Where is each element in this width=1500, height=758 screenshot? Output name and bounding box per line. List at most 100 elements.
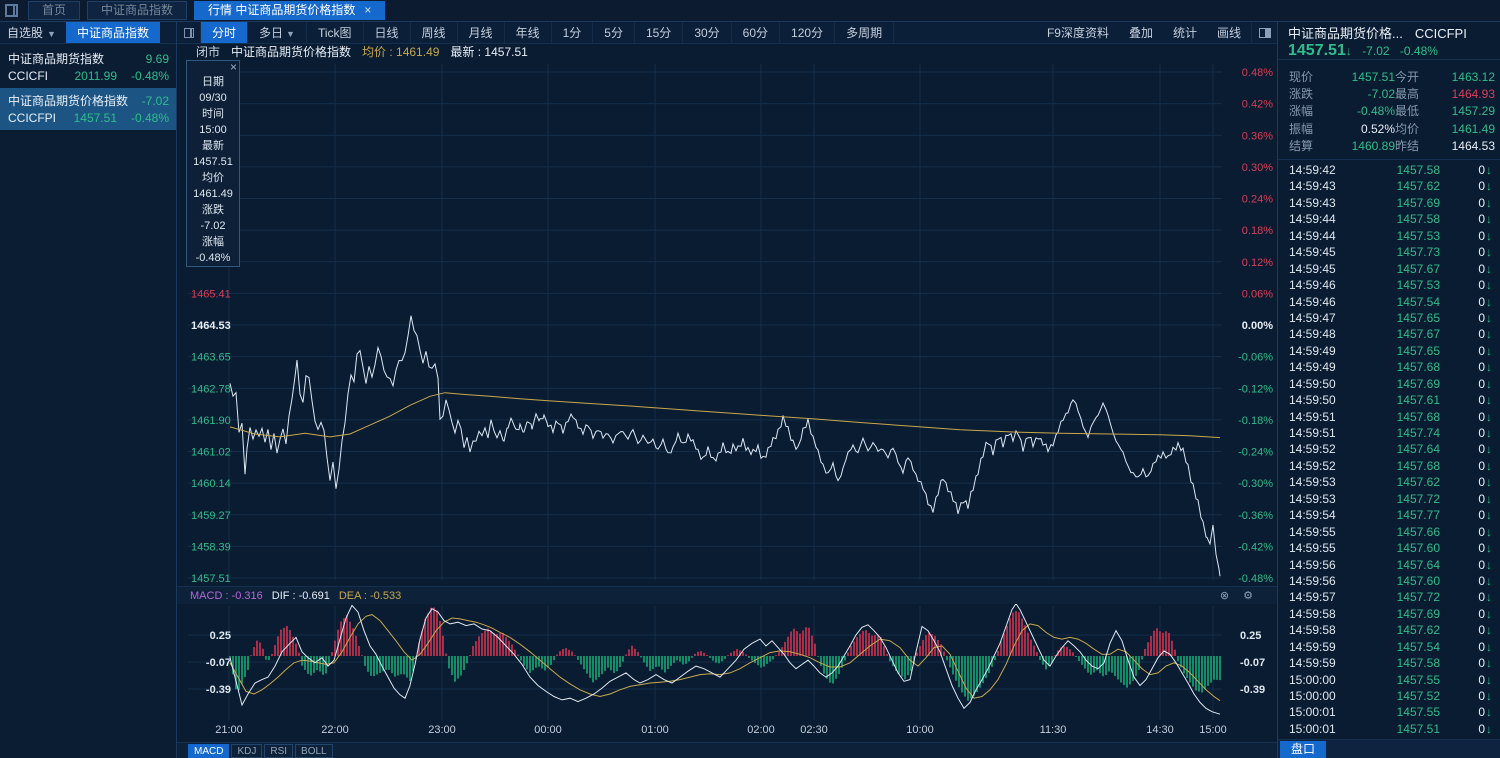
tooltip-value: 09/30 (199, 92, 227, 104)
period-button-30分[interactable]: 30分 (683, 22, 732, 43)
tick-volume: 0↓ (1478, 475, 1492, 490)
tooltip-value: 1461.49 (193, 188, 233, 200)
stat-value: 1464.53 (1451, 138, 1495, 153)
stat-row: 涨跌 -7.02 最高 1464.93 (1289, 86, 1495, 103)
instrument-code: CCICFI (8, 69, 48, 83)
tick-time: 14:59:53 (1289, 475, 1336, 490)
period-button-周线[interactable]: 周线 (411, 22, 458, 43)
top-tab-active-quote[interactable]: 行情 中证商品期货价格指数 × (194, 1, 386, 20)
tick-down-arrow-icon: ↓ (1486, 524, 1492, 539)
stat-row: 振幅 0.52% 均价 1461.49 (1289, 121, 1495, 138)
tick-price: 1457.64 (1396, 557, 1440, 572)
order-book-button[interactable]: 盘口 (1280, 741, 1327, 758)
watchlist-toolbar: 自选股 ▼ 中证商品指数 (0, 22, 176, 44)
tool-button-叠加[interactable]: 叠加 (1119, 22, 1163, 43)
period-button-月线[interactable]: 月线 (458, 22, 505, 43)
tick-price: 1457.53 (1396, 228, 1440, 243)
chart-toolbar: 分时 多日 ▼ Tick图 日线 周线 月线 年线 1分 5分 15分 30分 60分 120分 多周期 F… (177, 22, 1277, 44)
watchlist-item[interactable]: 中证商品期货价格指数 -7.02 CCICFPI 1457.51 -0.48% (0, 88, 176, 130)
period-button-1分[interactable]: 1分 (552, 22, 594, 43)
tick-time: 14:59:52 (1289, 458, 1336, 473)
x-axis-label: 14:30 (1146, 724, 1174, 736)
period-button-多日[interactable]: 多日 ▼ (248, 22, 307, 43)
chevron-down-icon: ▼ (286, 29, 295, 39)
watchlist-group-dropdown[interactable]: 自选股 ▼ (0, 22, 62, 43)
tick-time: 14:59:44 (1289, 212, 1336, 227)
tick-time: 14:59:45 (1289, 245, 1336, 260)
instrument-change: 9.69 (145, 52, 169, 66)
app-window-icon[interactable] (5, 4, 18, 17)
chevron-down-icon: ▼ (47, 29, 56, 39)
tool-button-统计[interactable]: 统计 (1163, 22, 1207, 43)
tick-time: 14:59:58 (1289, 606, 1336, 621)
watchlist-sidebar: 自选股 ▼ 中证商品指数 中证商品期货指数 9.69 CCICFI 2011.99 -0.… (0, 22, 177, 758)
tick-row: 14:59:52 1457.68 0↓ (1278, 458, 1500, 474)
x-axis-label: 21:00 (215, 724, 243, 736)
instrument-change: -7.02 (141, 94, 169, 108)
stat-label: 最高 (1395, 87, 1420, 102)
tick-down-arrow-icon: ↓ (1486, 672, 1492, 687)
grid (188, 64, 1222, 580)
quote-title: 中证商品期货价格... (1288, 26, 1403, 41)
tick-price: 1457.68 (1396, 458, 1440, 473)
period-button-年线[interactable]: 年线 (505, 22, 552, 43)
watchlist-tab-active[interactable]: 中证商品指数 (65, 22, 160, 43)
chart-title: 中证商品期货价格指数 (231, 45, 352, 59)
period-button-120分[interactable]: 120分 (780, 22, 836, 43)
tick-down-arrow-icon: ↓ (1486, 606, 1492, 621)
tick-down-arrow-icon: ↓ (1486, 623, 1492, 638)
indicator-tab-KDJ[interactable]: KDJ (231, 744, 263, 758)
macd-settings-gear-icon[interactable]: ⚙ (1243, 590, 1258, 602)
tooltip-close-icon[interactable]: × (230, 60, 237, 74)
indicator-tab-MACD[interactable]: MACD (188, 744, 230, 758)
tool-button-F9深度资料[interactable]: F9深度资料 (1037, 22, 1119, 43)
x-axis-label: 02:00 (747, 724, 775, 736)
period-button-多周期[interactable]: 多周期 (835, 22, 895, 43)
tick-time: 15:00:00 (1289, 689, 1336, 703)
tab-close-icon[interactable]: × (364, 3, 371, 17)
top-tab-1[interactable]: 中证商品指数 (87, 1, 188, 20)
svg-text:0.12%: 0.12% (1242, 257, 1273, 269)
tooltip-label: 均价 (202, 172, 224, 184)
tooltip-value: -0.48% (195, 252, 231, 264)
tick-down-arrow-icon: ↓ (1486, 360, 1492, 375)
stat-value: 1457.29 (1451, 104, 1495, 119)
tick-row: 14:59:54 1457.77 0↓ (1278, 507, 1500, 523)
indicator-tab-BOLL[interactable]: BOLL (295, 744, 333, 758)
tick-time: 14:59:51 (1289, 409, 1336, 424)
tick-down-arrow-icon: ↓ (1486, 541, 1492, 556)
period-button-Tick图[interactable]: Tick图 (307, 22, 364, 43)
tick-row: 14:59:47 1457.65 0↓ (1278, 310, 1500, 326)
tick-volume: 0↓ (1478, 310, 1492, 325)
tick-time: 15:00:00 (1289, 672, 1336, 687)
tool-button-画线[interactable]: 画线 (1207, 22, 1251, 43)
period-button-分时[interactable]: 分时 (201, 22, 249, 43)
tick-row: 14:59:44 1457.58 0↓ (1278, 211, 1500, 227)
macd-close-icon[interactable]: ⊗ (1220, 590, 1234, 602)
panel-toggle-icon[interactable] (1251, 22, 1277, 43)
tick-time: 14:59:55 (1289, 541, 1336, 556)
tick-down-arrow-icon: ↓ (1486, 508, 1492, 523)
tick-row: 14:59:55 1457.60 0↓ (1278, 540, 1500, 556)
svg-text:-0.07: -0.07 (1240, 657, 1265, 669)
layout-grid-icon[interactable] (177, 22, 201, 43)
watchlist-item[interactable]: 中证商品期货指数 9.69 CCICFI 2011.99 -0.48% (0, 46, 176, 88)
svg-text:0.36%: 0.36% (1242, 130, 1273, 142)
period-button-日线[interactable]: 日线 (364, 22, 411, 43)
tick-volume: 0↓ (1478, 573, 1492, 588)
svg-text:-0.06%: -0.06% (1238, 352, 1273, 364)
period-button-15分[interactable]: 15分 (635, 22, 684, 43)
indicator-tab-RSI[interactable]: RSI (264, 744, 294, 758)
svg-text:-0.48%: -0.48% (1238, 573, 1273, 585)
avg-price-readout: 均价 : 1461.49 (362, 45, 440, 59)
stat-value: 1464.93 (1451, 87, 1495, 102)
instrument-last: 2011.99 (74, 69, 118, 83)
tick-time: 14:59:51 (1289, 426, 1336, 440)
tick-price: 1457.66 (1396, 524, 1440, 539)
top-tab-0[interactable]: 首页 (28, 1, 81, 20)
tick-volume: 0↓ (1478, 590, 1492, 605)
period-button-5分[interactable]: 5分 (593, 22, 635, 43)
stat-label: 振幅 (1289, 121, 1314, 136)
period-button-60分[interactable]: 60分 (732, 22, 781, 43)
svg-text:-0.18%: -0.18% (1238, 415, 1273, 427)
